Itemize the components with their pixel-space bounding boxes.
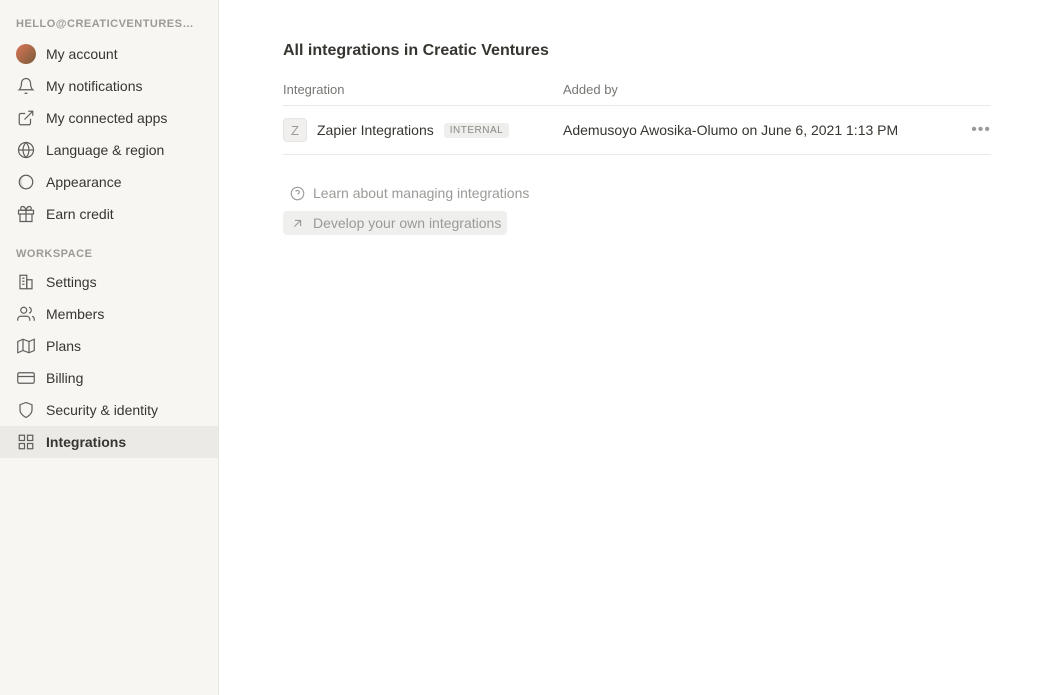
integrations-table: Integration Added by Z Zapier Integratio… xyxy=(283,82,991,155)
sidebar-item-label: Security & identity xyxy=(46,402,158,418)
more-actions-button[interactable]: ••• xyxy=(971,121,991,138)
sidebar-item-label: My account xyxy=(46,46,118,62)
external-link-icon xyxy=(16,108,36,128)
sidebar-item-billing[interactable]: Billing xyxy=(0,362,218,394)
table-header: Integration Added by xyxy=(283,82,991,106)
learn-link[interactable]: Learn about managing integrations xyxy=(283,181,535,205)
sidebar-item-appearance[interactable]: Appearance xyxy=(0,166,218,198)
sidebar-item-members[interactable]: Members xyxy=(0,298,218,330)
main-content: All integrations in Creatic Ventures Int… xyxy=(219,0,1055,695)
sidebar-account-email: HELLO@CREATICVENTURES… xyxy=(0,12,218,38)
sidebar-item-label: My notifications xyxy=(46,78,142,94)
integration-icon: Z xyxy=(283,118,307,142)
col-header-integration: Integration xyxy=(283,82,563,97)
moon-icon xyxy=(16,172,36,192)
sidebar-item-my-account[interactable]: My account xyxy=(0,38,218,70)
sidebar-item-label: Appearance xyxy=(46,174,122,190)
credit-card-icon xyxy=(16,368,36,388)
sidebar-workspace-label: WORKSPACE xyxy=(0,230,218,266)
grid-icon xyxy=(16,432,36,452)
sidebar-item-label: Language & region xyxy=(46,142,164,158)
sidebar-item-integrations[interactable]: Integrations xyxy=(0,426,218,458)
added-by-cell: Ademusoyo Awosika-Olumo on June 6, 2021 … xyxy=(563,122,961,138)
develop-link[interactable]: Develop your own integrations xyxy=(283,211,507,235)
col-header-actions xyxy=(961,82,991,97)
shield-icon xyxy=(16,400,36,420)
sidebar-item-plans[interactable]: Plans xyxy=(0,330,218,362)
table-row: Z Zapier Integrations INTERNAL Ademusoyo… xyxy=(283,106,991,155)
help-links: Learn about managing integrations Develo… xyxy=(283,181,991,235)
sidebar-item-label: Earn credit xyxy=(46,206,114,222)
building-icon xyxy=(16,272,36,292)
internal-badge: INTERNAL xyxy=(444,123,509,138)
users-icon xyxy=(16,304,36,324)
gift-icon xyxy=(16,204,36,224)
sidebar-item-earn-credit[interactable]: Earn credit xyxy=(0,198,218,230)
sidebar-item-label: My connected apps xyxy=(46,110,167,126)
sidebar-item-settings[interactable]: Settings xyxy=(0,266,218,298)
develop-link-label: Develop your own integrations xyxy=(313,215,501,231)
sidebar-item-label: Plans xyxy=(46,338,81,354)
help-circle-icon xyxy=(289,185,305,201)
sidebar-item-label: Members xyxy=(46,306,104,322)
col-header-added-by: Added by xyxy=(563,82,961,97)
arrow-up-right-icon xyxy=(289,215,305,231)
page-title: All integrations in Creatic Ventures xyxy=(283,42,991,60)
sidebar-item-language-region[interactable]: Language & region xyxy=(0,134,218,166)
bell-icon xyxy=(16,76,36,96)
integration-name: Zapier Integrations xyxy=(317,122,434,138)
globe-icon xyxy=(16,140,36,160)
sidebar-item-label: Settings xyxy=(46,274,97,290)
avatar xyxy=(16,44,36,64)
sidebar-item-security[interactable]: Security & identity xyxy=(0,394,218,426)
sidebar-item-my-notifications[interactable]: My notifications xyxy=(0,70,218,102)
sidebar: HELLO@CREATICVENTURES… My account My not… xyxy=(0,0,219,695)
map-icon xyxy=(16,336,36,356)
sidebar-item-my-connected-apps[interactable]: My connected apps xyxy=(0,102,218,134)
sidebar-item-label: Integrations xyxy=(46,434,126,450)
sidebar-item-label: Billing xyxy=(46,370,83,386)
learn-link-label: Learn about managing integrations xyxy=(313,185,529,201)
